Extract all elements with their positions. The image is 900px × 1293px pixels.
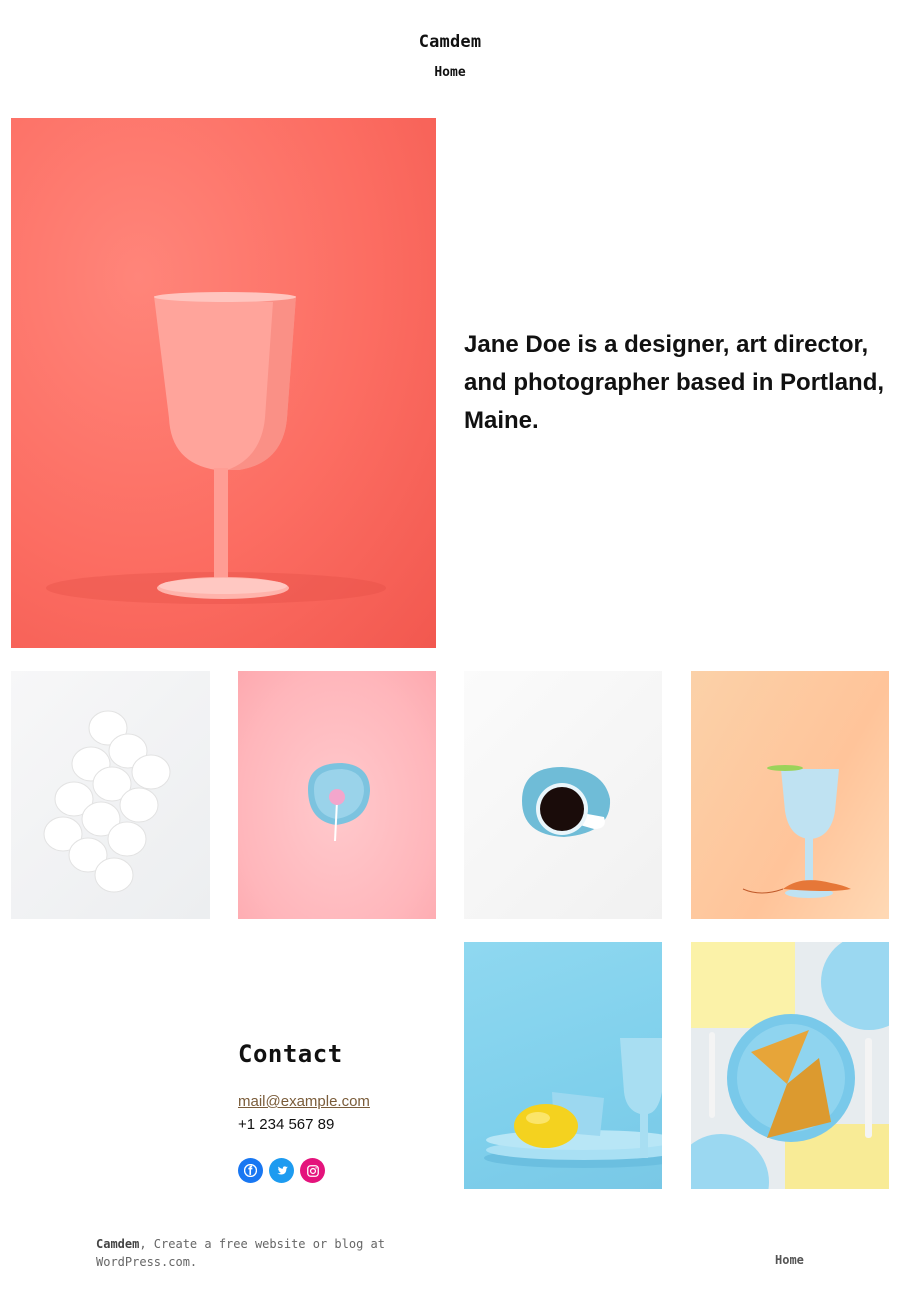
orange-glass-shrimp-image [691, 671, 889, 919]
eggs-image [11, 671, 210, 919]
nav-home-label[interactable]: Home [434, 65, 465, 80]
contact-phone: +1 234 567 89 [238, 1116, 335, 1133]
waffles-blue-plate-image [691, 942, 889, 1189]
pink-plate-lollipop-image [238, 671, 436, 919]
contact-email-link[interactable]: mail@example.com [238, 1093, 370, 1110]
contact-heading: Contact [238, 1040, 343, 1068]
twitter-icon[interactable] [269, 1158, 294, 1183]
facebook-icon[interactable] [238, 1158, 263, 1183]
site-title[interactable]: Camdem [0, 32, 900, 52]
blue-coffee-cup-image [464, 671, 662, 919]
hero-image [11, 118, 436, 648]
instagram-icon[interactable] [300, 1158, 325, 1183]
footer-site-name[interactable]: Camdem [96, 1237, 139, 1251]
footer-credit: Camdem, Create a free website or blog at… [96, 1235, 416, 1271]
nav-home-link[interactable]: Home [0, 65, 900, 80]
footer-tagline: , Create a free website or blog at WordP… [96, 1237, 385, 1269]
footer-home-link[interactable]: Home [775, 1253, 804, 1267]
bio-text: Jane Doe is a designer, art director, an… [464, 331, 885, 434]
blue-lemon-glass-image [464, 942, 662, 1189]
